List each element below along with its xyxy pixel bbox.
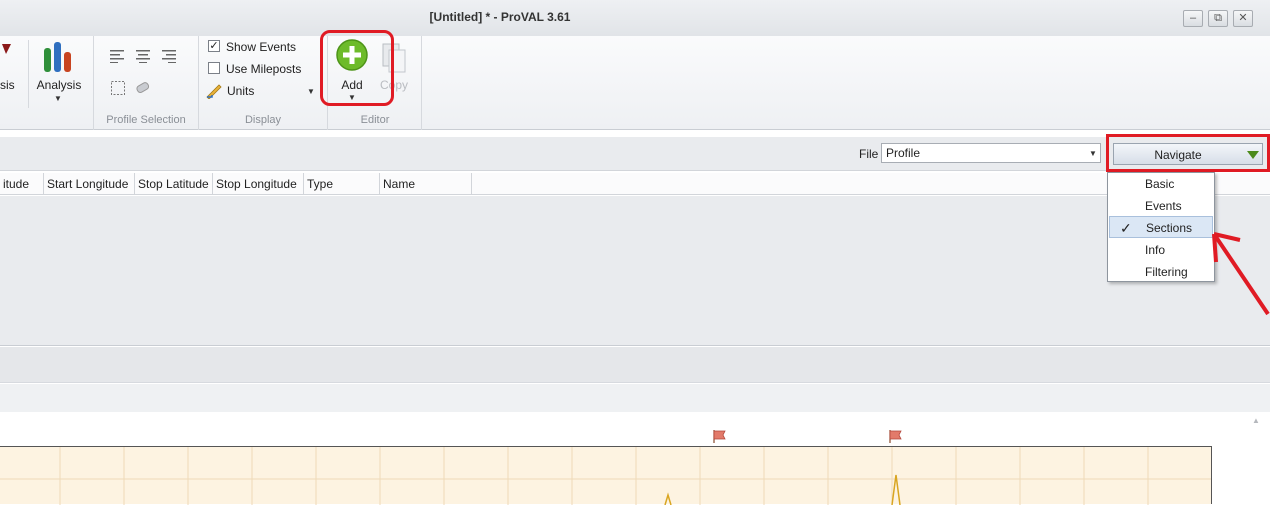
ribbon: sis Analysis ▼ Profile Selection ✓ Show … xyxy=(0,36,1270,130)
align-left-icon[interactable] xyxy=(109,49,125,63)
units-ruler-icon xyxy=(206,84,222,99)
file-profile-value: Profile xyxy=(886,146,921,160)
separator xyxy=(93,36,94,130)
chevron-down-icon: ▼ xyxy=(307,87,315,96)
menu-item-label: Info xyxy=(1145,243,1166,257)
menu-item-sections[interactable]: ✓ Sections xyxy=(1109,216,1213,238)
menu-item-events[interactable]: Events xyxy=(1109,195,1213,217)
column-stop-latitude[interactable]: Stop Latitude xyxy=(135,173,213,195)
separator xyxy=(198,36,199,130)
menu-item-label: Basic xyxy=(1145,177,1175,191)
editor-group-label: Editor xyxy=(360,114,390,126)
menu-item-basic[interactable]: Basic xyxy=(1109,173,1213,195)
partial-analysis-icon xyxy=(2,44,11,54)
column-start-latitude[interactable]: itude xyxy=(0,173,44,195)
show-events-checkbox[interactable]: ✓ xyxy=(208,40,220,52)
add-highlight-box xyxy=(320,30,394,106)
event-flag-icon[interactable] xyxy=(887,428,903,444)
analysis-label: Analysis xyxy=(36,78,82,92)
column-name[interactable]: Name xyxy=(380,173,472,195)
use-mileposts-label: Use Mileposts xyxy=(226,62,302,76)
analysis-button[interactable]: Analysis ▼ xyxy=(32,38,86,108)
checkmark-icon: ✓ xyxy=(1120,220,1132,236)
separator xyxy=(28,40,29,108)
column-stop-longitude[interactable]: Stop Longitude xyxy=(213,173,304,195)
menu-item-filtering[interactable]: Filtering xyxy=(1109,261,1213,283)
chevron-down-icon: ▼ xyxy=(1089,149,1097,158)
close-button[interactable]: ✕ xyxy=(1233,10,1253,27)
align-center-icon[interactable] xyxy=(135,49,151,63)
scroll-up-icon[interactable]: ▲ xyxy=(1252,416,1260,425)
units-dropdown[interactable]: Units ▼ xyxy=(205,81,317,101)
annotation-arrow-icon xyxy=(1212,232,1270,316)
title-bar: [Untitled] * - ProVAL 3.61 – ⧉ ✕ xyxy=(0,0,1270,36)
panel-divider xyxy=(0,347,1270,383)
minimize-button[interactable]: – xyxy=(1183,10,1203,27)
navigate-menu: Basic Events ✓ Sections Info Filtering xyxy=(1107,172,1215,282)
chart-toolbar xyxy=(0,384,1270,412)
sections-table-body xyxy=(0,196,1270,346)
column-start-longitude[interactable]: Start Longitude xyxy=(44,173,135,195)
file-label: File xyxy=(859,147,879,161)
display-group-label: Display xyxy=(244,114,282,126)
profile-plot xyxy=(0,446,1212,505)
file-profile-dropdown[interactable]: Profile ▼ xyxy=(881,143,1101,163)
navigate-highlight-box xyxy=(1106,134,1270,172)
show-events-label: Show Events xyxy=(226,40,297,54)
menu-item-label: Events xyxy=(1145,199,1182,213)
separator xyxy=(421,36,422,130)
restore-button[interactable]: ⧉ xyxy=(1208,10,1228,27)
sections-table-header: itude Start Longitude Stop Latitude Stop… xyxy=(0,173,1270,195)
plot-grid xyxy=(0,447,1211,505)
column-type[interactable]: Type xyxy=(304,173,380,195)
menu-item-label: Filtering xyxy=(1145,265,1188,279)
event-flag-icon[interactable] xyxy=(711,428,727,444)
dropdown-arrow-icon: ▼ xyxy=(54,94,62,103)
select-rectangle-icon[interactable] xyxy=(110,80,126,96)
bar-chart-icon xyxy=(44,42,71,72)
align-right-icon[interactable] xyxy=(161,49,177,63)
partial-group-label: sis xyxy=(0,78,15,92)
menu-item-label: Sections xyxy=(1146,221,1193,235)
menu-item-info[interactable]: Info xyxy=(1109,239,1213,261)
eraser-icon[interactable] xyxy=(134,80,152,96)
units-label: Units xyxy=(227,84,255,98)
use-mileposts-checkbox[interactable] xyxy=(208,62,220,74)
profile-selection-group-label: Profile Selection xyxy=(106,114,186,126)
window-title: [Untitled] * - ProVAL 3.61 xyxy=(429,10,571,24)
